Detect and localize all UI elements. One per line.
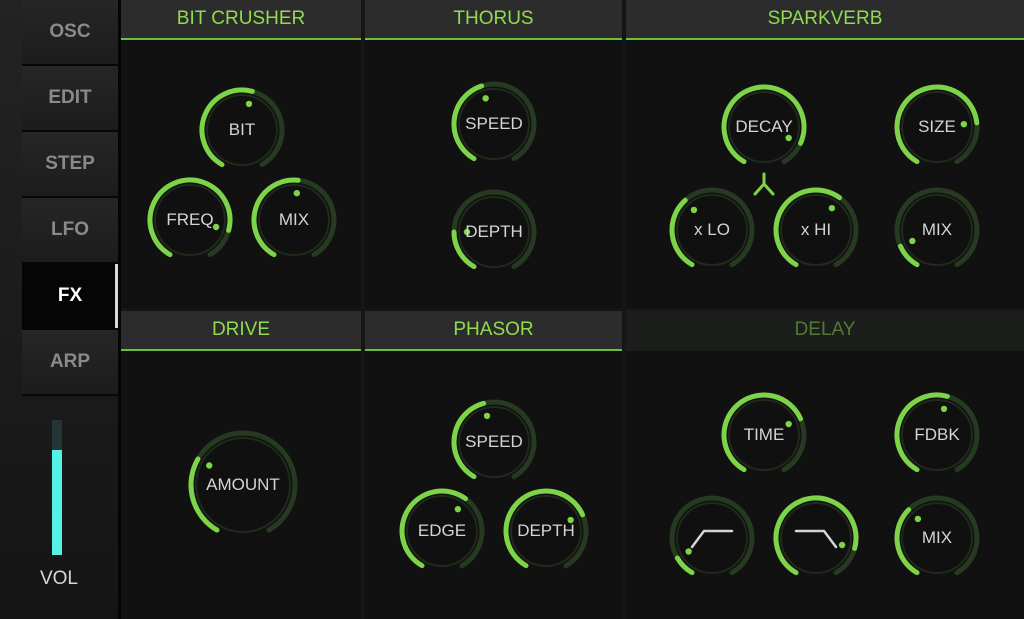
size-knob[interactable]: SIZE [891,81,983,173]
knob-graphic [147,177,233,258]
knob-graphic [894,392,980,473]
knob-indicator-dot [828,204,836,212]
knob-face [901,194,973,266]
nav-lfo[interactable]: LFO [22,198,118,264]
knob-indicator-dot [940,405,948,413]
knob-face [728,399,800,471]
knob-face [195,437,291,533]
knob-graphic [721,392,807,473]
knob-graphic [399,488,485,569]
knob-indicator-dot [838,541,846,549]
nav-osc[interactable]: OSC [22,0,118,66]
knob-graphic [188,430,298,533]
bit-crusher-mix-knob[interactable]: MIX [248,174,340,266]
volume-slider[interactable] [52,420,62,555]
knob-indicator-dot [690,206,698,214]
knob-face [676,194,748,266]
phasor-depth-knob[interactable]: DEPTH [500,485,592,577]
sparkverb-title[interactable]: SPARKVERB [626,0,1024,40]
nav-step[interactable]: STEP [22,132,118,198]
delay-title[interactable]: DELAY [626,311,1024,351]
knob-graphic [251,177,337,258]
thorus-depth-knob[interactable]: DEPTH [448,186,540,278]
knob-indicator-dot [463,228,471,236]
bit-crusher-title[interactable]: BIT CRUSHER [121,0,361,40]
volume-label: VOL [39,568,79,589]
knob-indicator-dot [960,120,968,128]
knob-face [458,406,530,478]
volume-level-fill [52,449,62,555]
decay-knob[interactable]: DECAY [718,81,810,173]
knob-face [728,91,800,163]
knob-indicator-dot [567,516,574,524]
knob-indicator-dot [245,100,253,108]
knob-graphic [503,488,589,569]
thorus-title[interactable]: THORUS [365,0,622,40]
nav-edit[interactable]: EDIT [22,66,118,132]
thorus-speed-knob[interactable]: SPEED [448,78,540,170]
freq-knob[interactable]: FREQ [144,174,236,266]
knob-face [510,495,582,567]
knob-graphic [451,81,537,162]
knob-indicator-dot [454,505,462,513]
phasor-title[interactable]: PHASOR [365,311,622,351]
knob-graphic [894,495,980,576]
delay-low-cut-knob[interactable] [666,492,758,584]
knob-indicator-dot [785,134,792,142]
delay-mix-knob[interactable]: MIX [891,492,983,584]
nav-arp[interactable]: ARP [22,330,118,396]
knob-graphic [894,187,980,268]
link-icon [753,172,775,196]
drive-amount-knob[interactable]: AMOUNT [185,427,301,543]
knob-graphic [721,84,807,165]
knob-face [901,502,973,574]
delay-high-cut-knob[interactable] [770,492,862,584]
knob-graphic [451,399,537,480]
sparkverb-mix-knob[interactable]: MIX [891,184,983,276]
knob-indicator-dot [482,95,489,102]
knob-face [780,194,852,266]
delay-time-knob[interactable]: TIME [718,389,810,481]
drive-title[interactable]: DRIVE [121,311,361,351]
x-lo-knob[interactable]: x LO [666,184,758,276]
knob-indicator-dot [293,189,301,197]
knob-face [206,94,278,166]
knob-indicator-dot [483,412,491,420]
knob-face [458,88,530,160]
knob-graphic [669,187,755,268]
knob-indicator-dot [914,515,922,523]
x-hi-knob[interactable]: x HI [770,184,862,276]
knob-graphic [773,187,859,268]
knob-graphic [451,189,537,270]
knob-face [901,399,973,471]
knob-face [901,91,973,163]
knob-face [676,502,748,574]
bit-knob[interactable]: BIT [196,84,288,176]
knob-graphic [199,87,285,168]
knob-face [406,495,478,567]
knob-face [154,184,226,256]
knob-face [258,184,330,256]
phasor-edge-knob[interactable]: EDGE [396,485,488,577]
knob-graphic [894,84,980,165]
phasor-speed-knob[interactable]: SPEED [448,396,540,488]
knob-graphic [669,495,755,576]
delay-fdbk-knob[interactable]: FDBK [891,389,983,481]
knob-face [780,502,852,574]
knob-indicator-dot [785,420,792,428]
knob-indicator-dot [212,223,220,231]
knob-indicator-dot [909,237,916,245]
knob-indicator-dot [685,548,692,555]
knob-indicator-dot [206,462,213,469]
nav-fx[interactable]: FX [22,264,118,330]
knob-graphic [773,495,859,576]
